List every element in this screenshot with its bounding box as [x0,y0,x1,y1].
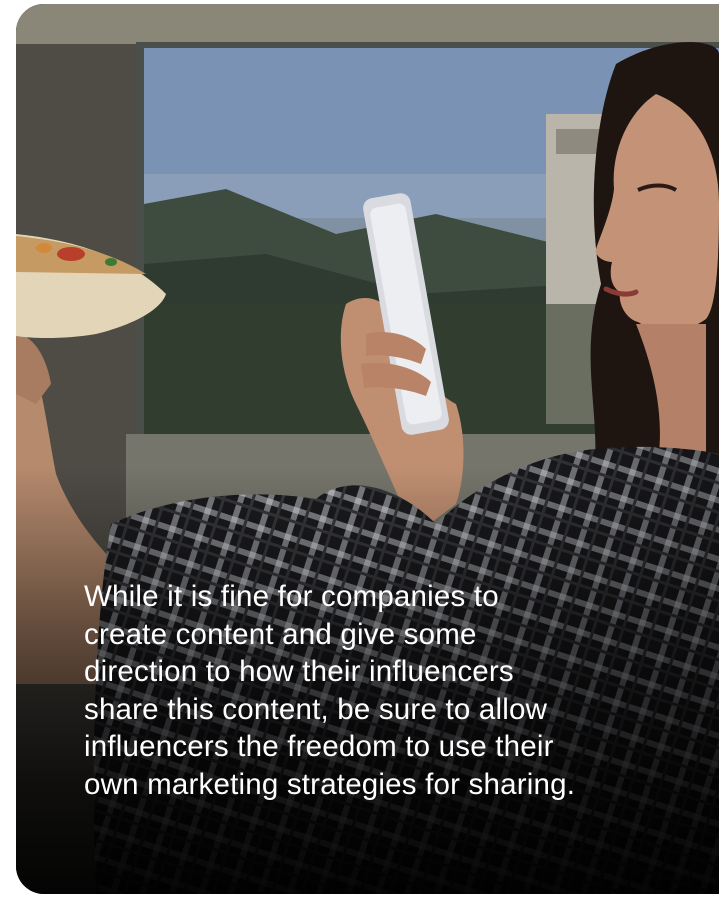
quote-line: own marketing strategies for sharing. [84,767,576,801]
quote-line: influencers the freedom to use their [84,730,554,763]
quote-line: While it is fine for companies to [84,580,499,613]
quote-text: While it is fine for companies to create… [84,578,684,803]
quote-line: direction to how their influencers [84,655,514,688]
quote-line: create content and give some [84,617,477,651]
quote-line: share this content, be sure to allow [84,692,548,726]
